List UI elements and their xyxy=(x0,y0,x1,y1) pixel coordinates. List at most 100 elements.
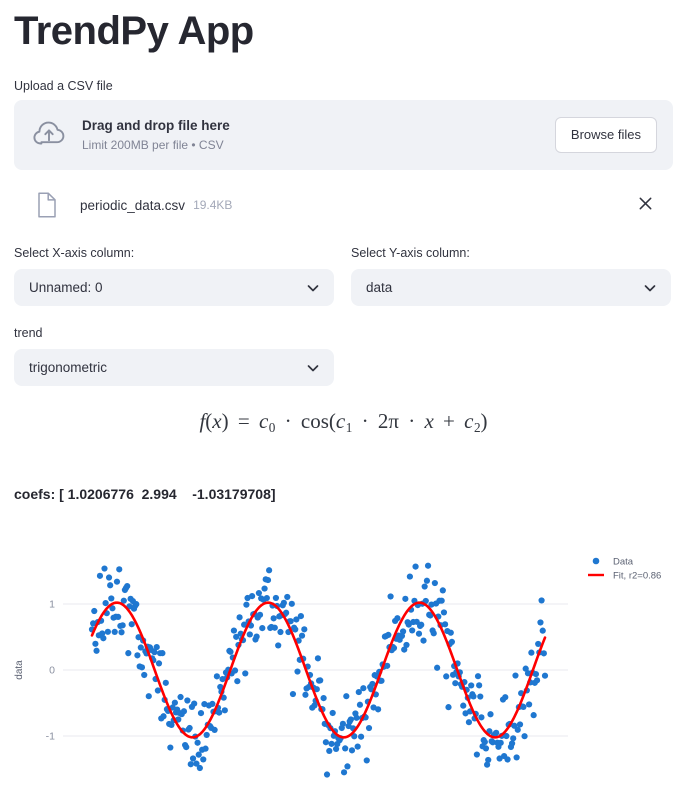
data-point xyxy=(292,626,299,633)
data-point xyxy=(403,641,410,649)
data-point xyxy=(528,649,535,656)
data-point xyxy=(406,573,413,580)
y-axis-select[interactable]: data xyxy=(351,269,671,306)
data-point xyxy=(246,631,253,638)
app-page: TrendPy App Upload a CSV file Drag and d… xyxy=(0,0,687,792)
data-point xyxy=(203,731,210,739)
data-point xyxy=(322,739,329,746)
data-point xyxy=(213,673,220,680)
data-point xyxy=(323,771,331,778)
data-point xyxy=(448,638,455,645)
data-point xyxy=(539,627,546,634)
data-point xyxy=(440,609,448,616)
data-point xyxy=(187,761,194,768)
data-point xyxy=(277,628,284,636)
data-point xyxy=(115,613,122,620)
data-point xyxy=(409,627,416,634)
data-point xyxy=(119,622,126,629)
file-document-icon xyxy=(36,192,58,218)
uploaded-file-row: periodic_data.csv 19.4KB xyxy=(14,182,673,228)
data-point xyxy=(478,714,485,721)
data-point xyxy=(516,721,524,728)
data-point xyxy=(128,621,135,628)
data-point xyxy=(253,633,260,640)
formula-eq: = xyxy=(237,409,250,433)
data-point xyxy=(160,713,167,720)
data-point xyxy=(105,574,113,581)
formula-plus: + xyxy=(443,409,455,433)
data-point xyxy=(421,583,428,590)
data-point xyxy=(141,671,148,679)
chevron-down-icon xyxy=(642,280,658,296)
data-point xyxy=(348,747,356,754)
uploaded-file-size: 19.4KB xyxy=(193,198,233,212)
chart-legend: Data Fit, r2=0.86 xyxy=(588,556,661,581)
data-point xyxy=(266,567,273,574)
data-point xyxy=(297,613,304,620)
data-point xyxy=(248,592,256,600)
data-point xyxy=(171,699,178,706)
upload-section-label: Upload a CSV file xyxy=(14,79,113,93)
data-point xyxy=(530,712,537,719)
data-point xyxy=(385,631,392,638)
data-point xyxy=(104,628,111,635)
data-point xyxy=(125,650,132,657)
legend-marker-data xyxy=(592,557,600,565)
data-point xyxy=(270,615,277,622)
data-point xyxy=(541,672,549,679)
data-point xyxy=(264,576,272,584)
data-point xyxy=(317,677,324,684)
data-point xyxy=(288,600,295,607)
data-point xyxy=(242,670,249,677)
data-point xyxy=(234,678,241,685)
data-point xyxy=(485,756,492,764)
data-point xyxy=(328,740,335,747)
data-point xyxy=(434,664,441,671)
trend-select[interactable]: trigonometric xyxy=(14,349,334,386)
formula-cos: cos xyxy=(300,409,329,433)
formula-two-pi: 2π xyxy=(377,409,399,433)
data-point xyxy=(280,599,287,606)
data-point xyxy=(124,582,131,590)
data-point xyxy=(202,745,209,752)
data-point xyxy=(447,629,454,636)
data-point xyxy=(481,738,488,746)
y-axis-select-value: data xyxy=(366,280,393,295)
data-point xyxy=(162,679,169,686)
data-point xyxy=(231,667,239,674)
file-dropzone[interactable]: Drag and drop file here Limit 200MB per … xyxy=(14,100,673,170)
data-point xyxy=(107,582,114,589)
data-point xyxy=(465,719,473,726)
data-point xyxy=(329,709,336,717)
data-point xyxy=(211,726,218,734)
data-point xyxy=(354,743,361,750)
remove-file-button[interactable] xyxy=(631,191,659,219)
data-point xyxy=(227,648,234,655)
trend-select-value: trigonometric xyxy=(29,360,108,375)
formula-dot-2: · xyxy=(361,409,369,433)
data-point xyxy=(113,578,121,585)
legend-label: Data xyxy=(613,556,634,567)
data-point xyxy=(431,579,438,587)
x-axis-select[interactable]: Unnamed: 0 xyxy=(14,269,334,306)
data-point xyxy=(363,757,370,764)
browse-files-button[interactable]: Browse files xyxy=(554,116,657,154)
data-point xyxy=(209,700,216,707)
data-point xyxy=(430,630,437,637)
data-point xyxy=(221,707,228,714)
data-point xyxy=(189,755,197,762)
data-point xyxy=(177,693,184,701)
data-point xyxy=(353,714,360,721)
data-point xyxy=(100,635,107,642)
data-point xyxy=(314,655,322,662)
data-point xyxy=(402,595,409,602)
data-point xyxy=(510,735,517,742)
formula-c2-sub: 2 xyxy=(473,419,481,435)
data-point xyxy=(470,693,477,700)
formula-c0: c xyxy=(258,409,269,433)
data-point xyxy=(302,691,309,698)
data-point xyxy=(111,628,118,636)
data-point xyxy=(101,565,108,572)
dropzone-title: Drag and drop file here xyxy=(82,117,230,133)
legend-label: Fit, r2=0.86 xyxy=(613,570,661,581)
